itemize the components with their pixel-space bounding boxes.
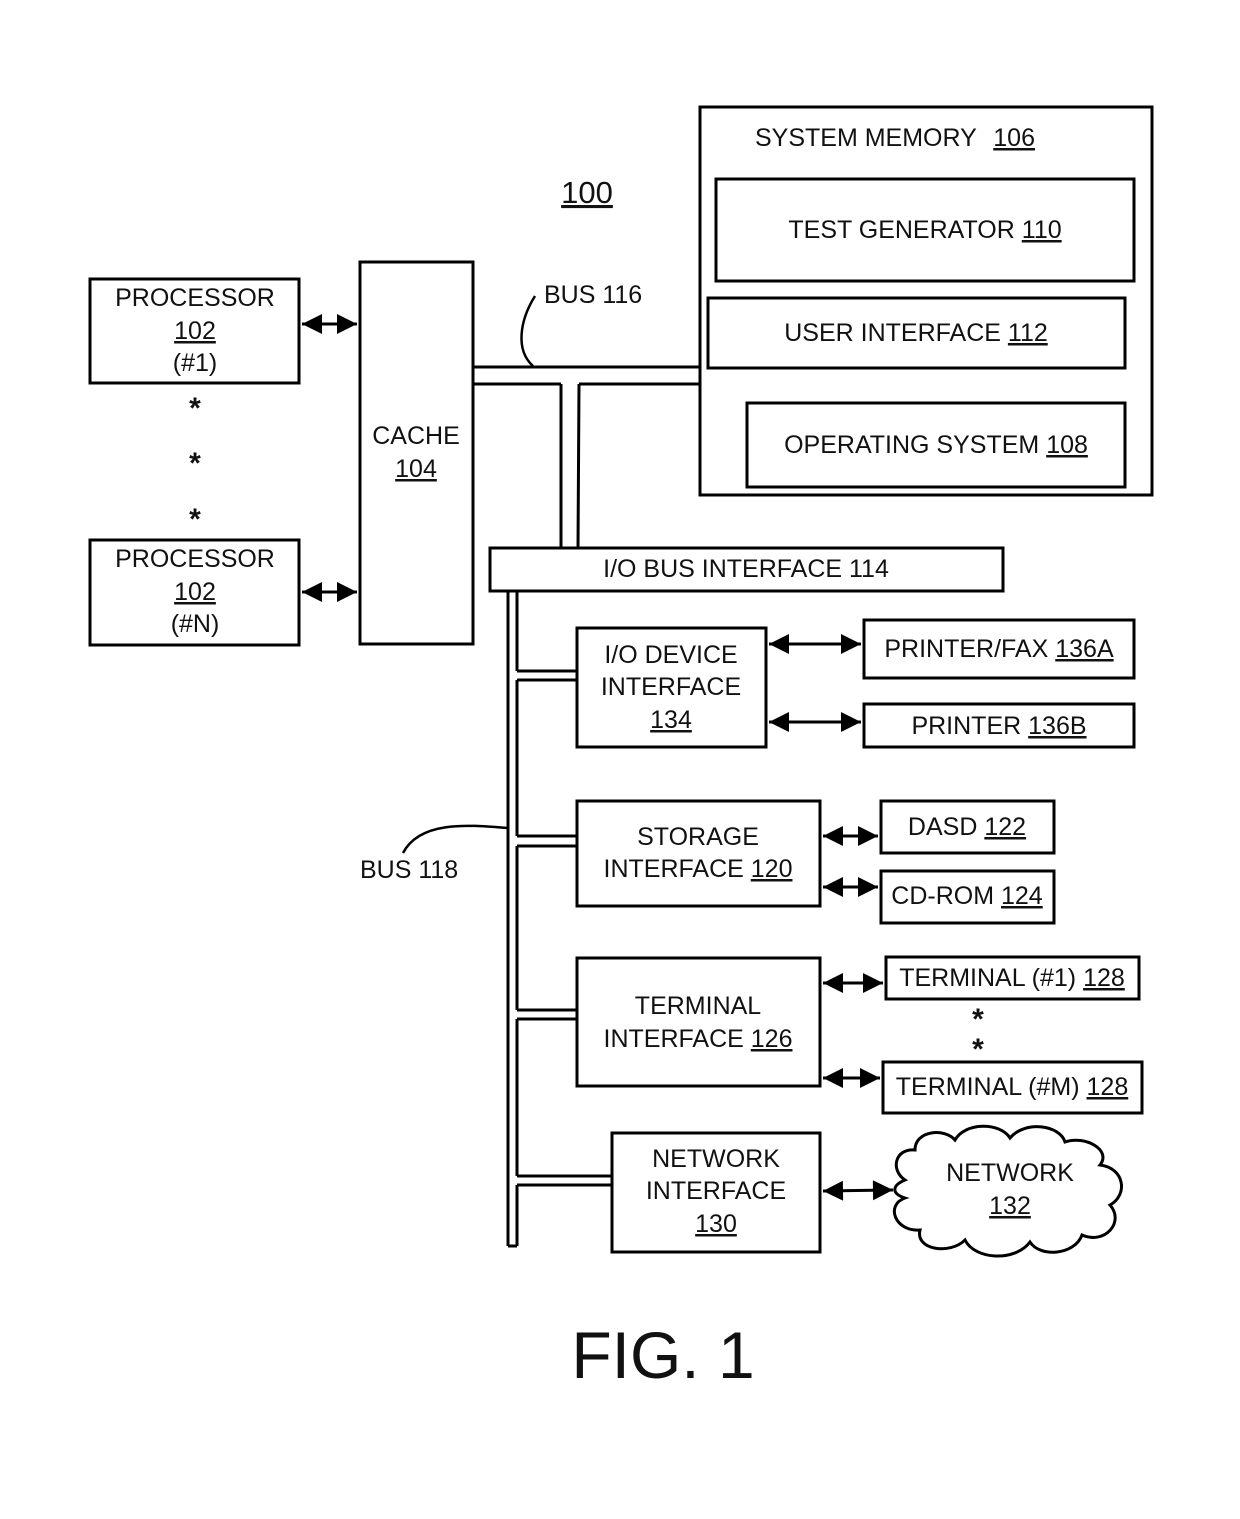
bus-118-label: BUS 118 — [360, 856, 458, 884]
printer-fax-label: PRINTER/FAX 136A — [884, 635, 1114, 663]
user-interface[interactable]: USER INTERFACE 112 — [706, 296, 1127, 370]
terminal-m[interactable]: TERMINAL (#M) 128 — [881, 1060, 1144, 1115]
ellipsis-star: * — [189, 447, 201, 480]
operating-system-label: OPERATING SYSTEM 108 — [784, 431, 1088, 459]
io-bus-interface[interactable]: I/O BUS INTERFACE 114 — [488, 546, 1005, 593]
network-ref: 132 — [989, 1192, 1031, 1220]
ellipsis-star: * — [972, 1003, 984, 1036]
processor-1-ref: 102 — [174, 317, 216, 345]
terminal-1[interactable]: TERMINAL (#1) 128 — [884, 955, 1141, 1001]
cdrom-label: CD-ROM 124 — [891, 882, 1043, 910]
test-generator[interactable]: TEST GENERATOR 110 — [714, 177, 1136, 283]
io-device-interface-line1: I/O DEVICE — [604, 641, 737, 669]
figure-ref-number: 100 — [561, 175, 613, 210]
network-cloud[interactable]: NETWORK 132 — [892, 1124, 1123, 1258]
terminal-m-label: TERMINAL (#M) 128 — [896, 1073, 1128, 1101]
cache[interactable]: CACHE 104 — [358, 260, 475, 646]
network-title: NETWORK — [946, 1159, 1074, 1187]
processor-1-title: PROCESSOR — [115, 284, 275, 312]
bus-116-label: BUS 116 — [544, 281, 642, 309]
dasd-label: DASD 122 — [908, 813, 1026, 841]
printer-fax[interactable]: PRINTER/FAX 136A — [862, 618, 1136, 680]
user-interface-label: USER INTERFACE 112 — [784, 319, 1048, 347]
bus-116-leader — [520, 295, 537, 367]
ellipsis-star: * — [189, 392, 201, 425]
processor-n-title: PROCESSOR — [115, 545, 275, 573]
io-bus-interface-label: I/O BUS INTERFACE 114 — [603, 555, 889, 583]
io-device-interface-ref: 134 — [650, 706, 692, 734]
terminal-1-label: TERMINAL (#1) 128 — [899, 964, 1125, 992]
terminal-interface-line1: TERMINAL — [635, 992, 762, 1020]
terminal-interface-line2: INTERFACE 126 — [604, 1025, 793, 1053]
network-interface-ref: 130 — [695, 1210, 737, 1238]
ellipsis-star: * — [189, 503, 201, 536]
network-interface-line1: NETWORK — [652, 1145, 780, 1173]
network-interface-line2: INTERFACE — [646, 1177, 786, 1205]
processor-1[interactable]: PROCESSOR 102 (#1) — [88, 277, 301, 385]
processor-1-index: (#1) — [173, 349, 217, 377]
io-device-interface-line2: INTERFACE — [601, 673, 741, 701]
processor-n-index: (#N) — [171, 610, 220, 638]
storage-interface-line1: STORAGE — [637, 823, 759, 851]
printer[interactable]: PRINTER 136B — [862, 702, 1136, 749]
network-interface-network-arrow — [822, 1180, 894, 1201]
terminal-interface[interactable]: TERMINAL INTERFACE 126 — [575, 956, 822, 1088]
processor-n[interactable]: PROCESSOR 102 (#N) — [88, 538, 301, 647]
cdrom[interactable]: CD-ROM 124 — [879, 869, 1056, 925]
cache-title: CACHE — [372, 422, 460, 450]
printer-label: PRINTER 136B — [911, 712, 1086, 740]
system-block-diagram: 100 PROCESSOR 102 (#1) * * * PROCESSOR 1… — [88, 105, 1154, 1392]
dasd[interactable]: DASD 122 — [879, 799, 1056, 855]
operating-system[interactable]: OPERATING SYSTEM 108 — [745, 401, 1127, 489]
bus-118-leader — [401, 824, 508, 854]
io-device-interface[interactable]: I/O DEVICE INTERFACE 134 — [575, 626, 768, 749]
bus-116 — [473, 365, 700, 549]
cache-ref: 104 — [395, 455, 437, 483]
test-generator-label: TEST GENERATOR 110 — [788, 216, 1061, 244]
storage-interface-line2: INTERFACE 120 — [604, 855, 793, 883]
network-interface[interactable]: NETWORK INTERFACE 130 — [610, 1131, 822, 1254]
figure-caption: FIG. 1 — [571, 1318, 754, 1392]
processor-n-ref: 102 — [174, 578, 216, 606]
system-memory-title: SYSTEM MEMORY 106 — [755, 124, 1035, 152]
storage-interface[interactable]: STORAGE INTERFACE 120 — [575, 799, 822, 908]
